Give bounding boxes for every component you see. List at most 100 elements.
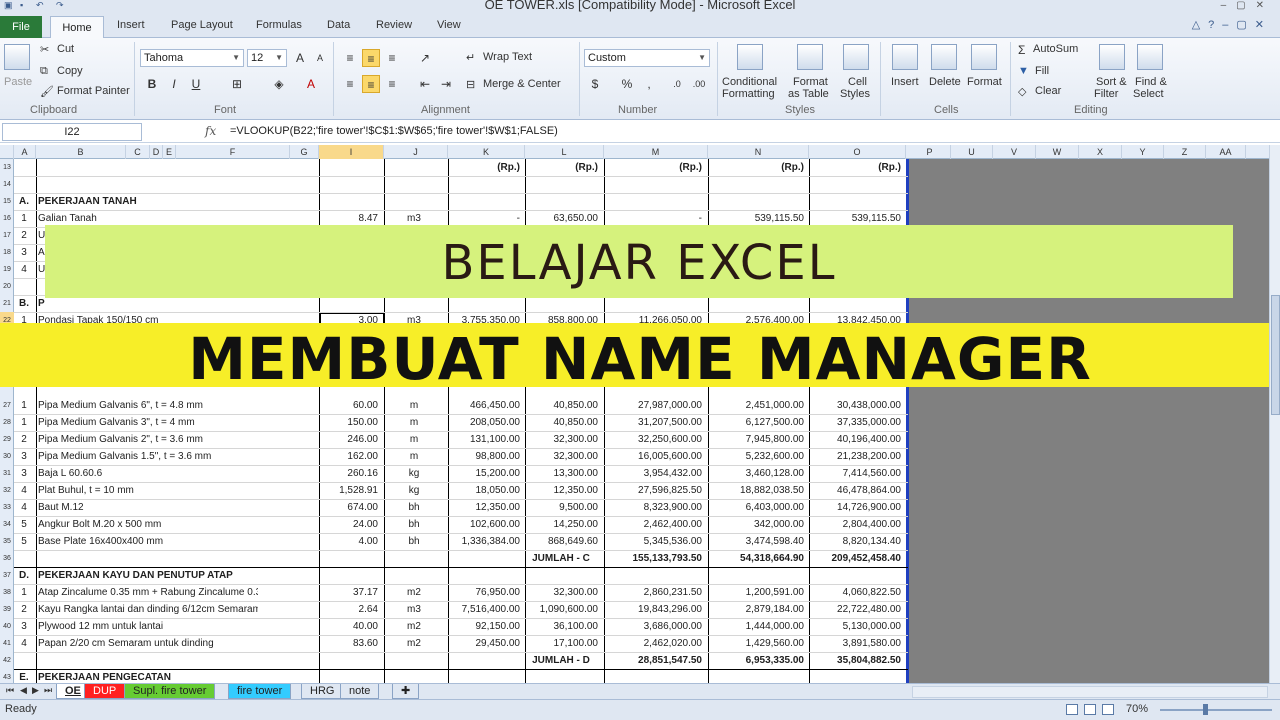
cell-j[interactable]: m (384, 451, 444, 462)
cell-o[interactable]: 35,804,882.50 (809, 655, 901, 666)
column-header-z[interactable]: Z (1164, 145, 1206, 159)
cell-k[interactable]: 98,800.00 (448, 451, 521, 462)
column-header-f[interactable]: F (176, 145, 290, 159)
paste-button[interactable]: Paste (4, 76, 32, 88)
row-header[interactable]: 15 (0, 193, 14, 210)
cell-a[interactable]: 3 (14, 468, 34, 479)
cell-b[interactable]: Galian Tanah (38, 213, 258, 224)
fill-button[interactable]: Fill (1035, 65, 1049, 77)
cell-n[interactable]: 539,115.50 (708, 213, 804, 224)
tab-home[interactable]: Home (50, 16, 104, 39)
comma-icon[interactable]: , (640, 75, 658, 93)
align-center-icon[interactable]: ≡ (362, 75, 380, 93)
page-layout-view-icon[interactable] (1084, 704, 1096, 715)
cell-l[interactable]: 32,300.00 (524, 434, 599, 445)
cell-j[interactable]: m (384, 417, 444, 428)
cell-a[interactable]: A. (14, 196, 34, 207)
row-header[interactable]: 33 (0, 499, 14, 516)
find-select-button[interactable]: Find & (1135, 76, 1167, 88)
cell-n[interactable]: 6,953,335.00 (708, 655, 804, 666)
tab-page-layout[interactable]: Page Layout (171, 19, 233, 31)
cell-m[interactable]: 32,250,600.00 (604, 434, 702, 445)
row-header[interactable]: 38 (0, 584, 14, 601)
row-header[interactable]: 19 (0, 261, 14, 278)
font-color-icon[interactable]: A (302, 75, 320, 93)
cell-b[interactable]: Angkur Bolt M.20 x 500 mm (38, 519, 258, 530)
cell-styles-button[interactable]: Cell (848, 76, 867, 88)
cell-n[interactable]: 3,474,598.40 (708, 536, 804, 547)
vertical-scrollbar[interactable] (1269, 145, 1280, 683)
cell-a[interactable]: 2 (14, 434, 34, 445)
merge-center-icon[interactable]: ⊟ (466, 78, 475, 91)
first-sheet-icon[interactable]: ⏮ (6, 685, 14, 696)
cell-a[interactable]: 2 (14, 604, 34, 615)
window-controls[interactable]: –▢✕ (1221, 0, 1274, 11)
column-header-n[interactable]: N (708, 145, 809, 159)
format-as-table-label2[interactable]: as Table (788, 88, 829, 100)
cell-j[interactable]: bh (384, 519, 444, 530)
cell-m[interactable]: 27,987,000.00 (604, 400, 702, 411)
row-header[interactable]: 30 (0, 448, 14, 465)
cell-i[interactable]: 674.00 (320, 502, 378, 513)
row-header[interactable]: 14 (0, 176, 14, 193)
cell-k[interactable]: 1,336,384.00 (448, 536, 520, 547)
fx-icon[interactable]: fx (205, 124, 216, 138)
cell-a[interactable]: B. (14, 298, 34, 309)
insert-cells-button[interactable]: Insert (891, 76, 919, 88)
cell-b[interactable]: PEKERJAAN KAYU DAN PENUTUP ATAP (38, 570, 258, 581)
clear-icon[interactable]: ◇ (1018, 85, 1026, 98)
cell-k[interactable]: 92,150.00 (448, 621, 521, 632)
copy-button[interactable]: Copy (57, 65, 83, 77)
decrease-decimal-icon[interactable]: .00 (690, 75, 708, 93)
autosum-icon[interactable]: Σ (1018, 43, 1025, 57)
cell-k[interactable]: 131,100.00 (448, 434, 520, 445)
cell-l[interactable]: 32,300.00 (524, 587, 599, 598)
cell-a[interactable]: D. (14, 570, 34, 581)
currency-icon[interactable]: $ (586, 75, 604, 93)
cut-button[interactable]: Cut (57, 43, 74, 55)
conditional-formatting-label2[interactable]: Formatting (722, 88, 775, 100)
row-header[interactable]: 28 (0, 414, 14, 431)
cell-l[interactable]: 36,100.00 (524, 621, 599, 632)
cell-a[interactable]: E. (14, 672, 34, 683)
cell-j[interactable]: kg (384, 485, 444, 496)
cell-n[interactable]: 1,200,591.00 (708, 587, 804, 598)
column-header-a[interactable]: A (14, 145, 36, 159)
merge-center-button[interactable]: Merge & Center (483, 78, 561, 90)
cell-i[interactable]: 83.60 (320, 638, 378, 649)
cell-o[interactable]: 7,414,560.00 (809, 468, 901, 479)
align-left-icon[interactable]: ≡ (341, 75, 359, 93)
row-header[interactable]: 18 (0, 244, 14, 261)
row-header[interactable]: 41 (0, 635, 14, 652)
cell-b[interactable]: Pipa Medium Galvanis 2", t = 3.6 mm (38, 434, 258, 445)
row-header[interactable]: 29 (0, 431, 14, 448)
cell-n[interactable]: (Rp.) (708, 162, 804, 173)
cell-m[interactable]: 2,860,231.50 (604, 587, 702, 598)
sheet-tab-note[interactable]: note (340, 684, 380, 699)
cell-b[interactable]: Kayu Rangka lantai dan dinding 6/12cm Se… (38, 604, 258, 615)
format-as-table-icon[interactable] (797, 44, 823, 70)
column-header-p[interactable]: P (909, 145, 951, 159)
cell-a[interactable]: 4 (14, 264, 34, 275)
cell-j[interactable]: m3 (384, 604, 444, 615)
cell-b[interactable]: Plywood 12 mm untuk lantai (38, 621, 258, 632)
cell-n[interactable]: 5,232,600.00 (708, 451, 804, 462)
column-header-l[interactable]: L (525, 145, 604, 159)
cell-a[interactable]: 1 (14, 213, 34, 224)
cell-j[interactable]: bh (384, 502, 444, 513)
insert-cells-icon[interactable] (892, 44, 918, 70)
row-header[interactable]: 34 (0, 516, 14, 533)
cell-a[interactable]: 3 (14, 247, 34, 258)
cell-m[interactable]: 16,005,600.00 (604, 451, 702, 462)
cell-l[interactable]: 1,090,600.00 (524, 604, 598, 615)
cell-b[interactable]: PEKERJAAN PENGECATAN (38, 672, 258, 683)
sort-filter-button[interactable]: Sort & (1096, 76, 1127, 88)
prev-sheet-icon[interactable]: ◀ (20, 685, 27, 696)
formula-input[interactable]: =VLOOKUP(B22;'fire tower'!$C$1:$W$65;'fi… (230, 125, 558, 137)
cell-i[interactable]: 4.00 (320, 536, 378, 547)
cell-j[interactable]: bh (384, 536, 444, 547)
column-header-v[interactable]: V (993, 145, 1036, 159)
format-cells-icon[interactable] (971, 44, 997, 70)
last-sheet-icon[interactable]: ⏭ (44, 685, 52, 696)
cell-l[interactable]: 40,850.00 (524, 417, 599, 428)
